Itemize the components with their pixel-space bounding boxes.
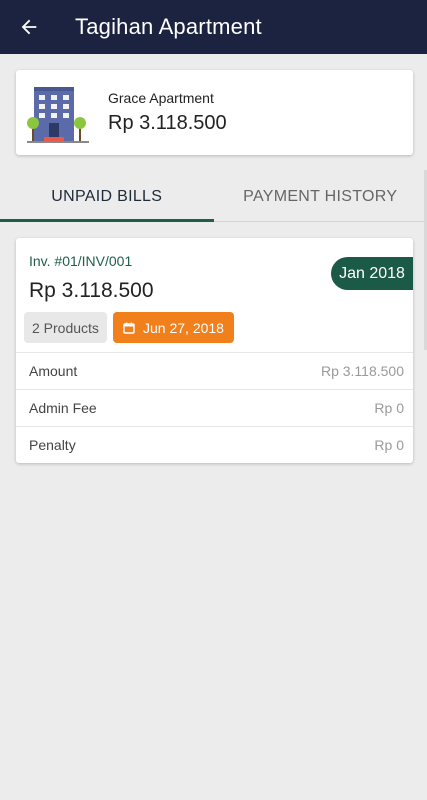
fee-row-penalty: Penalty Rp 0 — [16, 426, 413, 463]
calendar-icon — [123, 322, 135, 334]
products-chip[interactable]: 2 Products — [24, 312, 107, 343]
fee-row-admin-fee: Admin Fee Rp 0 — [16, 389, 413, 426]
fee-row-amount: Amount Rp 3.118.500 — [16, 352, 413, 389]
period-badge: Jan 2018 — [331, 257, 413, 290]
bill-card[interactable]: Inv. #01/INV/001 Rp 3.118.500 Jan 2018 2… — [16, 238, 413, 463]
fee-label: Admin Fee — [29, 400, 97, 416]
fee-value: Rp 0 — [374, 400, 404, 416]
invoice-number: Inv. #01/INV/001 — [29, 253, 133, 269]
apartment-building-icon — [27, 86, 89, 143]
tab-payment-history[interactable]: PAYMENT HISTORY — [214, 172, 427, 221]
property-name: Grace Apartment — [108, 90, 214, 106]
page-title: Tagihan Apartment — [75, 14, 262, 39]
fee-label: Penalty — [29, 437, 76, 453]
due-date-text: Jun 27, 2018 — [143, 319, 224, 336]
app-bar: Tagihan Apartment — [0, 0, 427, 54]
arrow-left-icon — [21, 19, 37, 35]
fee-value: Rp 3.118.500 — [320, 363, 404, 379]
tab-unpaid-bills[interactable]: UNPAID BILLS — [0, 172, 214, 222]
fee-label: Amount — [29, 363, 78, 379]
due-date-chip: Jun 27, 2018 — [113, 312, 234, 343]
tab-bar: UNPAID BILLS PAYMENT HISTORY — [0, 172, 427, 222]
property-info: Grace Apartment Rp 3.118.500 — [108, 90, 227, 135]
property-card[interactable]: Grace Apartment Rp 3.118.500 — [16, 70, 413, 155]
back-button[interactable] — [0, 0, 58, 54]
property-amount: Rp 3.118.500 — [108, 112, 227, 134]
fee-value: Rp 0 — [374, 437, 404, 453]
bill-total: Rp 3.118.500 — [29, 279, 154, 302]
